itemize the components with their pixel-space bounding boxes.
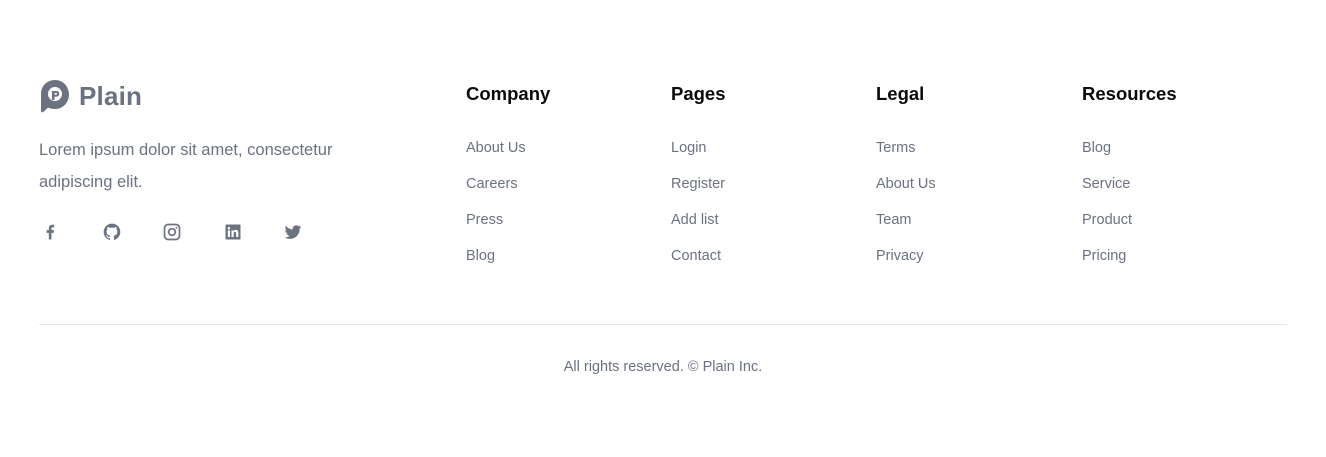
footer-link-pricing[interactable]: Pricing [1082, 238, 1177, 274]
footer-column-resources: Resources Blog Service Product Pricing [1082, 82, 1177, 274]
facebook-link[interactable] [39, 220, 63, 244]
footer-link-team[interactable]: Team [876, 202, 936, 238]
instagram-link[interactable] [160, 220, 184, 244]
footer-link-blog[interactable]: Blog [1082, 130, 1177, 166]
github-link[interactable] [100, 220, 124, 244]
footer-link-contact[interactable]: Contact [671, 238, 726, 274]
column-title: Pages [671, 83, 726, 104]
github-icon [103, 223, 120, 240]
column-title: Company [466, 83, 551, 104]
twitter-link[interactable] [281, 220, 305, 244]
instagram-icon [163, 223, 181, 241]
footer-column-company: Company About Us Careers Press Blog [466, 82, 550, 274]
column-title: Resources [1082, 83, 1177, 104]
linkedin-link[interactable] [221, 220, 245, 244]
footer-divider [39, 324, 1287, 325]
footer-link-add-list[interactable]: Add list [671, 202, 726, 238]
site-footer: Plain Lorem ipsum dolor sit amet, consec… [0, 0, 1326, 457]
footer-link-register[interactable]: Register [671, 166, 726, 202]
twitter-icon [284, 225, 302, 239]
footer-link-service[interactable]: Service [1082, 166, 1177, 202]
footer-link-product[interactable]: Product [1082, 202, 1177, 238]
footer-link-about-us[interactable]: About Us [876, 166, 936, 202]
plain-logo-icon [41, 80, 69, 113]
footer-link-careers[interactable]: Careers [466, 166, 550, 202]
column-title: Legal [876, 83, 925, 104]
footer-link-blog[interactable]: Blog [466, 238, 550, 274]
footer-link-terms[interactable]: Terms [876, 130, 936, 166]
footer-column-legal: Legal Terms About Us Team Privacy [876, 82, 936, 274]
brand-name: Plain [79, 81, 143, 111]
facebook-icon [46, 224, 55, 240]
copyright-text: All rights reserved. © Plain Inc. [563, 359, 763, 375]
social-links [39, 220, 342, 244]
brand-tagline: Lorem ipsum dolor sit amet, consectetur … [39, 141, 333, 191]
footer-link-press[interactable]: Press [466, 202, 550, 238]
linkedin-icon [225, 224, 240, 240]
footer-link-privacy[interactable]: Privacy [876, 238, 936, 274]
brand[interactable]: Plain [39, 79, 142, 113]
footer-link-about-us[interactable]: About Us [466, 130, 550, 166]
footer-column-pages: Pages Login Register Add list Contact [671, 82, 726, 274]
footer-link-login[interactable]: Login [671, 130, 726, 166]
